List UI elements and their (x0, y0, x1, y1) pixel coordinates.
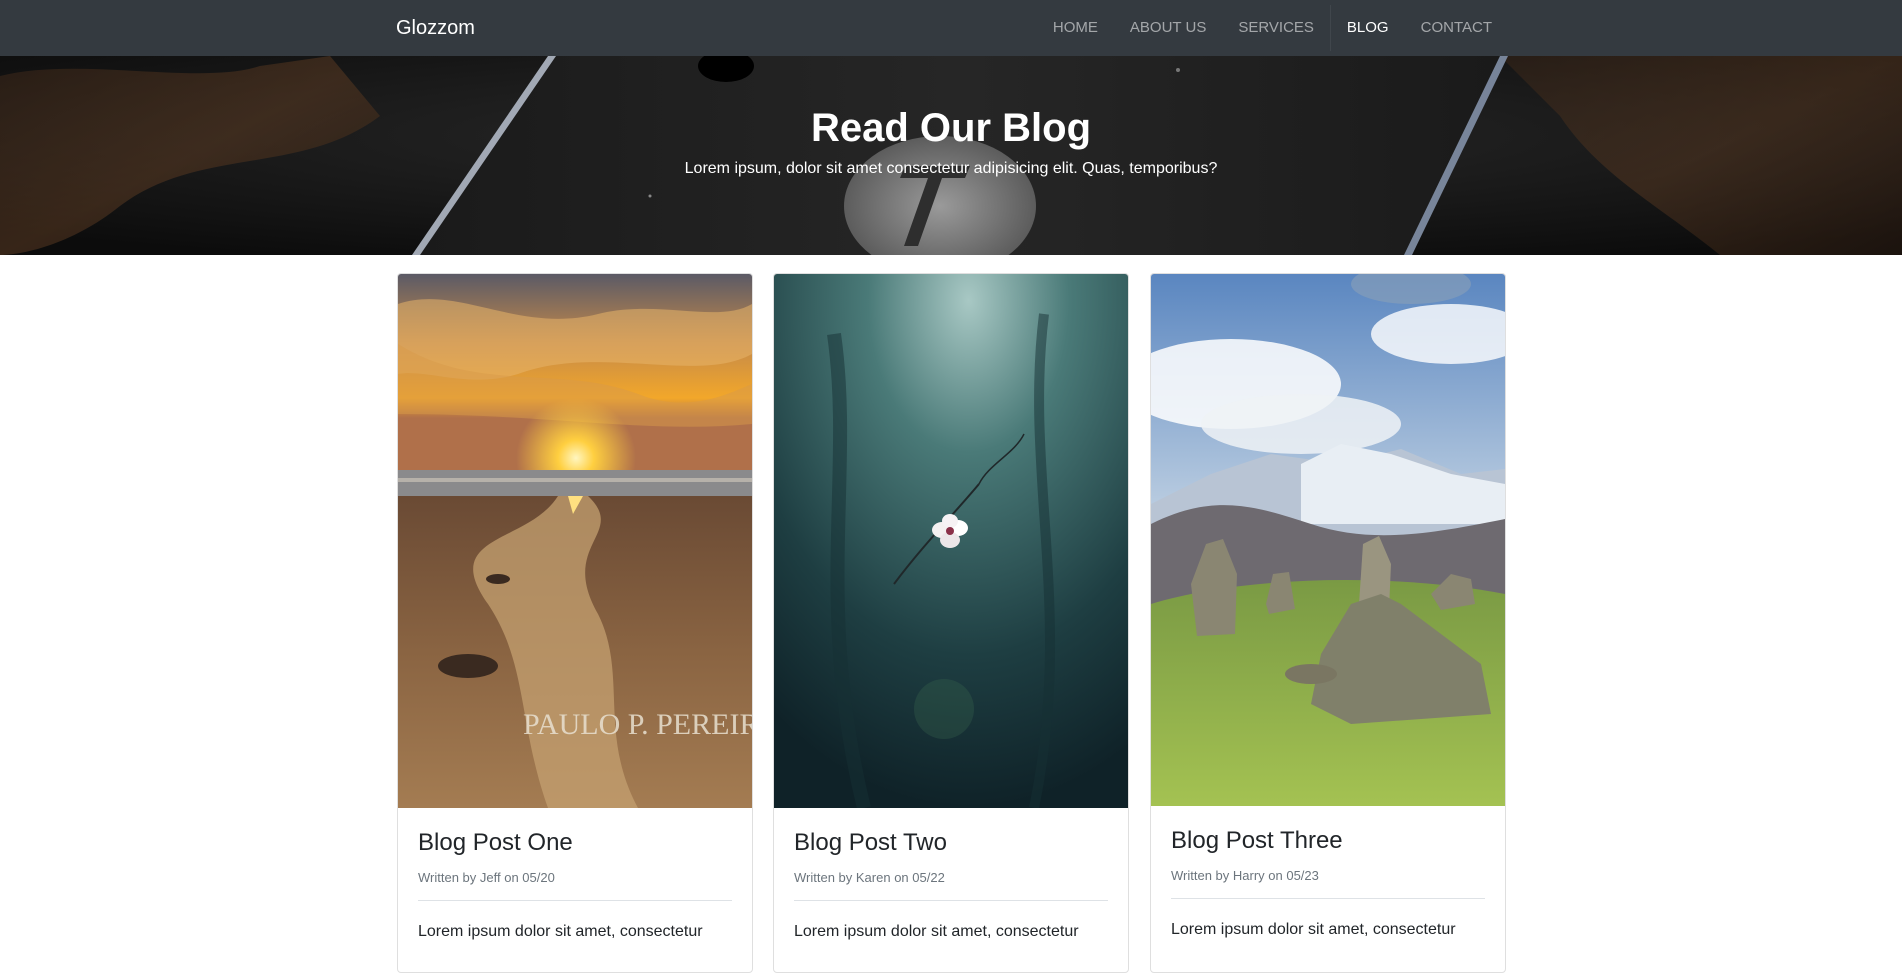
page-subtitle: Lorem ipsum, dolor sit amet consectetur … (684, 160, 1218, 177)
nav-menu: HOME ABOUT US SERVICES BLOG CONTACT (1037, 0, 1508, 56)
post-meta: Written by Harry on 05/23 (1171, 868, 1319, 883)
navbar: Glozzom HOME ABOUT US SERVICES BLOG CONT… (0, 0, 1902, 56)
nav-link-about-us[interactable]: ABOUT US (1114, 0, 1222, 56)
standing-stones-image[interactable] (1151, 274, 1505, 806)
photographer-watermark: PAULO P. PEREIRA (523, 708, 752, 741)
post-excerpt: Lorem ipsum dolor sit amet, consectetur (1171, 921, 1456, 938)
post-excerpt: Lorem ipsum dolor sit amet, consectetur (794, 923, 1079, 940)
sunset-beach-image[interactable]: PAULO P. PEREIRA (398, 274, 752, 808)
post-excerpt: Lorem ipsum dolor sit amet, consectetur (418, 923, 703, 940)
brand-logo-link[interactable]: Glozzom (396, 16, 475, 40)
hero-background-image (0, 56, 1902, 255)
post-title[interactable]: Blog Post Two (794, 828, 947, 858)
nav-link-services[interactable]: SERVICES (1222, 0, 1330, 56)
hero-banner: Read Our Blog Lorem ipsum, dolor sit ame… (0, 56, 1902, 255)
post-title[interactable]: Blog Post One (418, 828, 573, 858)
blog-post-card: PAULO P. PEREIRA Blog Post One Written b… (397, 273, 753, 973)
divider (794, 900, 1108, 901)
post-meta: Written by Jeff on 05/20 (418, 870, 555, 885)
nav-link-contact[interactable]: CONTACT (1405, 0, 1508, 56)
page-title: Read Our Blog (810, 106, 1092, 150)
nav-link-blog[interactable]: BLOG (1331, 0, 1405, 56)
blog-post-card: Blog Post Two Written by Karen on 05/22 … (773, 273, 1129, 973)
white-flower-image[interactable] (774, 274, 1128, 808)
divider (418, 900, 732, 901)
nav-link-home[interactable]: HOME (1037, 0, 1114, 56)
divider (1171, 898, 1485, 899)
post-title[interactable]: Blog Post Three (1171, 826, 1343, 856)
blog-post-card: Blog Post Three Written by Harry on 05/2… (1150, 273, 1506, 973)
post-meta: Written by Karen on 05/22 (794, 870, 945, 885)
